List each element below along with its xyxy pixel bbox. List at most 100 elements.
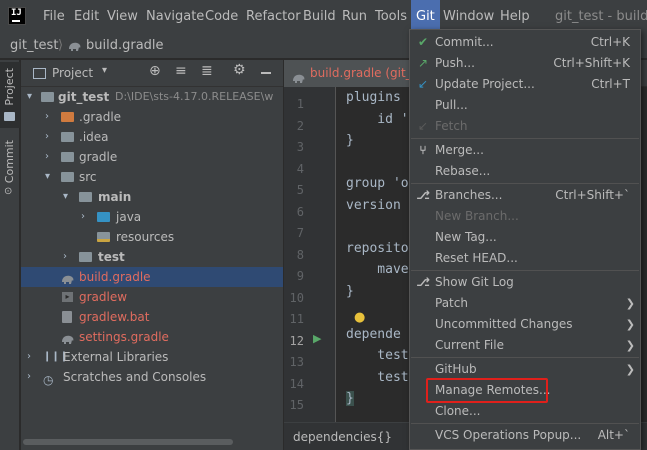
menu-item-merge[interactable]: ⑂ Merge... [410,140,640,161]
code-line: test [346,348,409,363]
line-number: 14 [289,377,304,391]
menu-file[interactable]: File [43,0,65,33]
code-line: depende [346,327,401,342]
text-file-icon [62,311,72,323]
menu-item-pull[interactable]: Pull... [410,95,640,116]
code-line: plugins [346,90,401,105]
tree-item-gradlew-bat[interactable]: gradlew.bat [21,307,283,327]
tree-label: build.gradle [79,270,151,284]
menu-item-new-branch: New Branch... [410,206,640,227]
expanded-arrow-icon[interactable]: ▾ [63,187,73,207]
tree-item-scratches[interactable]: › ◷ Scratches and Consoles [21,367,283,387]
tree-item-resources[interactable]: resources [21,227,283,247]
collapsed-arrow-icon[interactable]: › [45,127,55,147]
tree-item-gradlew[interactable]: ▸ gradlew [21,287,283,307]
line-number: 8 [296,248,304,262]
folder-icon [61,172,74,182]
tree-item-test[interactable]: › test [21,247,283,267]
collapsed-arrow-icon[interactable]: › [63,247,73,267]
menu-build[interactable]: Build [303,0,336,33]
tree-item-java[interactable]: › java [21,207,283,227]
script-file-icon: ▸ [62,292,73,302]
minimize-icon[interactable] [261,72,271,74]
chevron-down-icon[interactable]: ▾ [102,65,107,76]
menu-item-label: New Tag... [435,230,497,244]
menu-item-reset-head[interactable]: Reset HEAD... [410,248,640,269]
intellij-logo-icon: IJ [8,7,26,25]
menu-item-shortcut: Ctrl+T [591,77,630,91]
breadcrumb-project[interactable]: git_test [10,38,58,53]
collapse-all-icon[interactable]: ≣ [201,63,213,79]
line-number: 6 [296,205,304,219]
menu-item-rebase[interactable]: Rebase... [410,161,640,182]
expanded-arrow-icon[interactable]: ▾ [27,87,37,107]
tab-project[interactable]: Project [0,62,20,128]
tree-item-idea[interactable]: › .idea [21,127,283,147]
run-gutter-icon[interactable]: ▶ [313,332,321,345]
menu-item-commit[interactable]: ✔ Commit... Ctrl+K [410,32,640,53]
collapsed-arrow-icon[interactable]: › [45,107,55,127]
tree-item-build-gradle[interactable]: build.gradle [21,267,283,287]
menu-item-clone[interactable]: Clone... [410,401,640,422]
menu-item-patch[interactable]: Patch ❯ [410,293,640,314]
menu-item-label: Show Git Log [435,275,514,289]
menu-code[interactable]: Code [205,0,238,33]
tree-item-git-test[interactable]: ▾ git_test D:\IDE\sts-4.17.0.RELEASE\w [21,87,283,107]
breadcrumb-separator-icon: ⟩ [58,38,64,53]
project-panel: Project ▾ ⊕ ≡ ≣ ⚙ ▾ git_test D:\IDE\sts-… [21,60,283,450]
tree-item-gradle[interactable]: › gradle [21,147,283,167]
breadcrumb-file[interactable]: build.gradle [86,38,164,53]
collapsed-arrow-icon[interactable]: › [81,207,91,227]
collapsed-arrow-icon[interactable]: › [27,367,37,387]
tree-label: src [79,170,97,184]
tree-path: D:\IDE\sts-4.17.0.RELEASE\w [115,90,274,103]
menu-tools[interactable]: Tools [375,0,407,33]
menu-refactor[interactable]: Refactor [246,0,301,33]
tree-item-external-libraries[interactable]: › ❙❙❙ External Libraries [21,347,283,367]
tree-item-main[interactable]: ▾ main [21,187,283,207]
expand-all-icon[interactable]: ≡ [175,63,187,79]
scrollbar-thumb[interactable] [23,439,233,445]
menu-item-update-project[interactable]: ↙ Update Project... Ctrl+T [410,74,640,95]
collapsed-arrow-icon[interactable]: › [45,147,55,167]
tree-label: gradle [79,150,118,164]
code-line: } [346,133,354,148]
menu-item-label: Push... [435,56,475,70]
menu-item-branches[interactable]: ⎇ Branches... Ctrl+Shift+` [410,185,640,206]
horizontal-scrollbar[interactable] [21,437,283,447]
menu-item-label: Patch [435,296,468,310]
menu-run[interactable]: Run [342,0,367,33]
menu-separator [411,357,639,358]
menu-item-vcs-operations-popup[interactable]: VCS Operations Popup... Alt+` [410,425,640,446]
tree-item-src[interactable]: ▾ src [21,167,283,187]
editor-breadcrumb[interactable]: dependencies{} [293,430,392,444]
locate-target-icon[interactable]: ⊕ [149,63,161,79]
menu-item-uncommitted-changes[interactable]: Uncommitted Changes ❯ [410,314,640,335]
menu-view[interactable]: View [107,0,138,33]
module-folder-icon [41,92,54,102]
collapsed-arrow-icon[interactable]: › [27,347,37,367]
menu-item-push[interactable]: ↗ Push... Ctrl+Shift+K [410,53,640,74]
tree-item-gradle-dot[interactable]: › .gradle [21,107,283,127]
menu-item-new-tag[interactable]: New Tag... [410,227,640,248]
gear-icon[interactable]: ⚙ [233,62,246,78]
expanded-arrow-icon[interactable]: ▾ [45,167,55,187]
tree-item-settings-gradle[interactable]: settings.gradle [21,327,283,347]
menu-item-label: GitHub [435,362,477,376]
menu-item-shortcut: Ctrl+K [590,35,630,49]
menu-item-show-git-log[interactable]: ⎇ Show Git Log [410,272,640,293]
code-line: mave [346,262,409,277]
source-folder-icon [97,212,110,222]
menu-item-github[interactable]: GitHub ❯ [410,359,640,380]
menu-navigate[interactable]: Navigate [146,0,204,33]
menu-item-fetch: ↙ Fetch [410,116,640,137]
menu-item-label: Commit... [435,35,494,49]
tab-commit[interactable]: Commit ⊙ [0,138,20,200]
menu-item-label: Branches... [435,188,503,202]
menu-edit[interactable]: Edit [74,0,99,33]
line-number: 4 [296,162,304,176]
menu-item-current-file[interactable]: Current File ❯ [410,335,640,356]
menu-item-label: New Branch... [435,209,519,223]
project-view-selector[interactable]: Project [52,66,93,80]
lightbulb-icon[interactable]: ● [354,310,365,325]
